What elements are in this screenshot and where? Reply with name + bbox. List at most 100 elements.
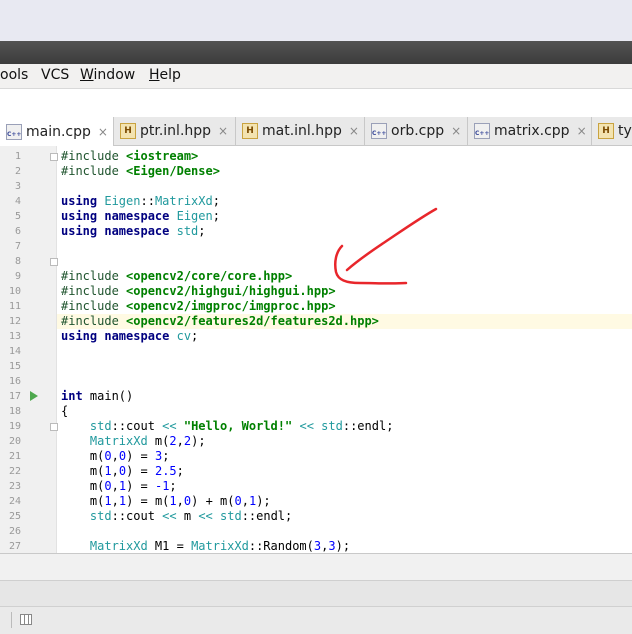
code-token: m( xyxy=(61,449,105,463)
tab-main-cpp[interactable]: C++ main.cpp × xyxy=(0,117,114,146)
code-token: 2 xyxy=(183,434,192,448)
code-token: << xyxy=(162,419,177,433)
code-line[interactable]: #include <opencv2/core/core.hpp> xyxy=(61,269,292,284)
menu-help[interactable]: Help xyxy=(149,67,181,83)
close-icon[interactable]: × xyxy=(577,124,587,138)
code-token: :: xyxy=(140,194,155,208)
line-number: 26 xyxy=(8,526,21,537)
code-token: #include xyxy=(61,149,127,163)
close-icon[interactable]: × xyxy=(98,125,108,139)
tool-windows-icon[interactable] xyxy=(20,614,32,625)
tab-matrix-cpp[interactable]: C++ matrix.cpp × xyxy=(468,117,592,145)
code-line[interactable]: std::cout << m << std::endl; xyxy=(61,509,292,524)
code-token: std xyxy=(220,509,242,523)
close-icon[interactable]: × xyxy=(218,124,228,138)
code-token: m( xyxy=(61,464,105,478)
code-token: ) = xyxy=(126,479,155,493)
fold-marker-icon[interactable] xyxy=(50,258,58,266)
code-line[interactable]: using namespace Eigen; xyxy=(61,209,220,224)
menu-tools[interactable]: ools xyxy=(0,67,28,83)
code-token: 0 xyxy=(104,449,112,463)
menu-bar: ools VCS Window Help xyxy=(0,64,632,89)
code-line[interactable]: m(1,1) = m(1,0) + m(0,1); xyxy=(61,494,271,509)
code-line[interactable]: using namespace std; xyxy=(61,224,206,239)
code-line[interactable]: using namespace cv; xyxy=(61,329,198,344)
code-line[interactable]: std::cout << "Hello, World!" << std::end… xyxy=(61,419,394,434)
run-icon[interactable] xyxy=(30,391,38,401)
code-token: ); xyxy=(335,539,351,553)
status-divider xyxy=(11,612,12,628)
code-line[interactable]: { xyxy=(61,404,68,419)
code-token: , xyxy=(176,494,184,508)
line-number: 20 xyxy=(8,436,21,447)
code-line[interactable]: #include <Eigen/Dense> xyxy=(61,164,220,179)
code-token: ) + m( xyxy=(191,494,235,508)
code-token: 0 xyxy=(234,494,242,508)
menu-window[interactable]: Window xyxy=(80,67,135,83)
code-editor[interactable]: 1 2 3 4 5 6 7 8 9 10 11 12 13 14 15 16 17 18 19 20 21 22 23 24 2… xyxy=(0,146,632,553)
code-token: <Eigen/Dense> xyxy=(126,164,220,178)
toolbar-area xyxy=(0,89,632,117)
tab-mat-inl-hpp[interactable]: H mat.inl.hpp × xyxy=(236,117,365,145)
cpp-file-icon: C++ xyxy=(6,123,22,140)
code-token: <opencv2/highgui/highgui.hpp> xyxy=(126,284,336,298)
code-line[interactable]: MatrixXd m(2,2); xyxy=(61,434,206,449)
code-token: ; xyxy=(169,479,177,493)
line-number: 11 xyxy=(8,301,21,312)
code-line[interactable]: #include <iostream> xyxy=(61,149,198,164)
code-line[interactable]: #include <opencv2/highgui/highgui.hpp> xyxy=(61,284,336,299)
cpp-file-icon: C++ xyxy=(474,123,490,139)
code-line[interactable]: int main() xyxy=(61,389,133,404)
code-line[interactable]: m(0,1) = -1; xyxy=(61,479,177,494)
code-token: , xyxy=(111,464,119,478)
code-token: using namespace xyxy=(61,224,177,238)
code-line[interactable]: #include <opencv2/features2d/features2d.… xyxy=(61,314,379,329)
line-number-gutter[interactable]: 1 2 3 4 5 6 7 8 9 10 11 12 13 14 15 16 17 18 19 20 21 22 23 24 2… xyxy=(0,146,58,553)
menu-vcs[interactable]: VCS xyxy=(41,67,69,83)
fold-marker-icon[interactable] xyxy=(50,153,58,161)
tab-orb-cpp[interactable]: C++ orb.cpp × xyxy=(365,117,468,145)
code-token: , xyxy=(176,434,184,448)
code-token: std xyxy=(89,419,112,433)
line-number: 3 xyxy=(14,181,21,192)
code-line[interactable]: m(1,0) = 2.5; xyxy=(61,464,184,479)
code-token: std xyxy=(321,419,343,433)
code-token: 1 xyxy=(169,494,177,508)
code-line[interactable]: #include <opencv2/imgproc/imgproc.hpp> xyxy=(61,299,336,314)
code-token: #include xyxy=(61,299,127,313)
code-line[interactable]: using Eigen::MatrixXd; xyxy=(61,194,220,209)
code-token: "Hello, World!" xyxy=(183,419,293,433)
code-token: ; xyxy=(162,449,170,463)
code-line[interactable]: MatrixXd M1 = MatrixXd::Random(3,3); xyxy=(61,539,350,553)
code-token: , xyxy=(111,449,119,463)
line-number: 25 xyxy=(8,511,21,522)
code-token: MatrixXd xyxy=(89,539,148,553)
tab-label: ty xyxy=(618,123,632,139)
code-token: 2.5 xyxy=(154,464,177,478)
code-token: <opencv2/imgproc/imgproc.hpp> xyxy=(126,299,336,313)
window-title-bar[interactable] xyxy=(0,41,632,64)
code-token: using namespace xyxy=(61,329,177,343)
code-token: 3 xyxy=(328,539,336,553)
code-token: ::endl; xyxy=(241,509,293,523)
header-file-icon: H xyxy=(242,123,258,139)
tab-ty[interactable]: H ty xyxy=(592,117,632,145)
fold-marker-icon[interactable] xyxy=(50,423,58,431)
code-token: <opencv2/core/core.hpp> xyxy=(126,269,293,283)
code-line[interactable]: m(0,0) = 3; xyxy=(61,449,170,464)
tab-ptr-inl-hpp[interactable]: H ptr.inl.hpp × xyxy=(114,117,236,145)
code-token: << xyxy=(299,419,314,433)
line-number: 1 xyxy=(14,151,21,162)
close-icon[interactable]: × xyxy=(451,124,461,138)
code-token: , xyxy=(111,494,119,508)
code-token: m( xyxy=(61,494,105,508)
code-token: main() xyxy=(89,389,134,403)
code-token: ) = m( xyxy=(126,494,170,508)
line-number: 19 xyxy=(8,421,21,432)
close-icon[interactable]: × xyxy=(349,124,359,138)
code-token: #include xyxy=(61,314,127,328)
